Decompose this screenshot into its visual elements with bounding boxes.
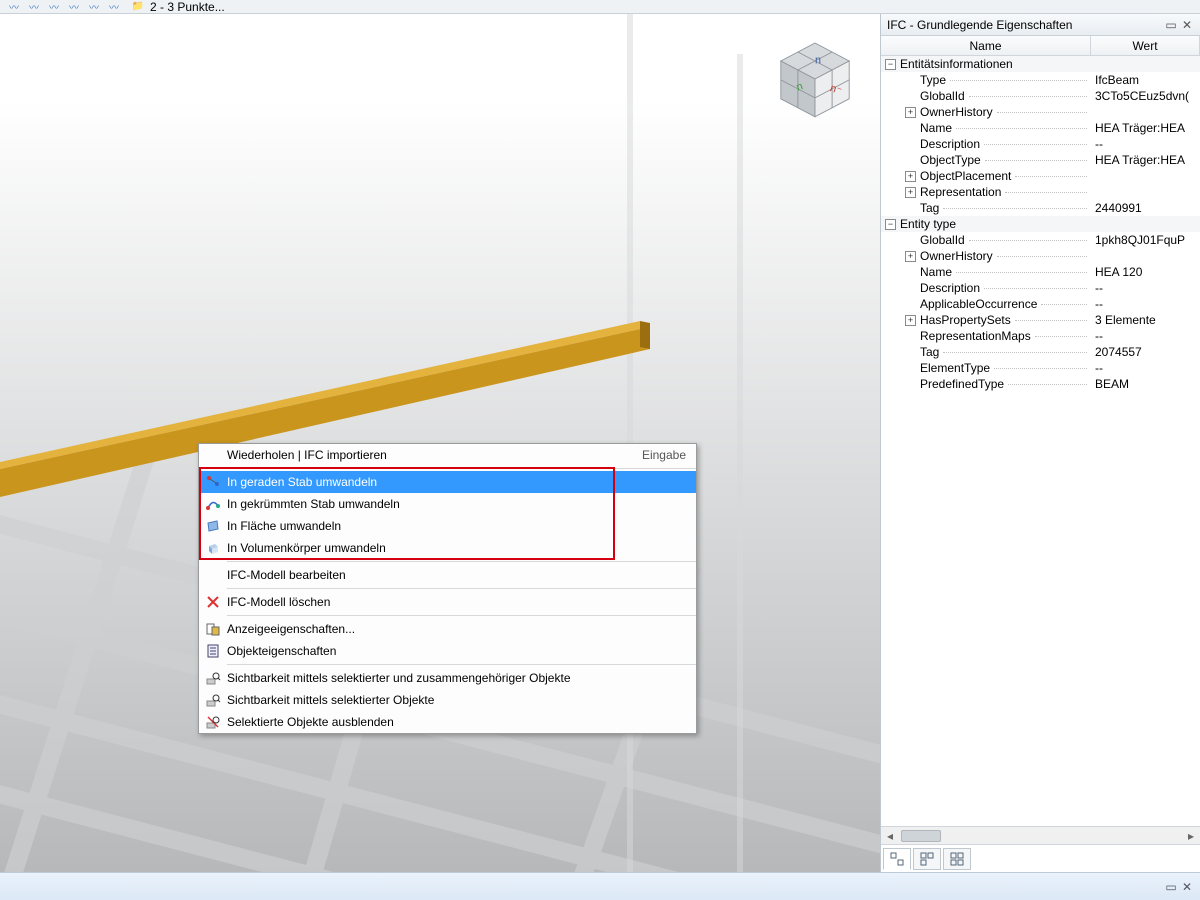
tree-row[interactable]: Tag2440991 <box>881 200 1200 216</box>
ctx-item-label: In geraden Stab umwandeln <box>227 475 686 489</box>
ctx-item-edit-ifc-model[interactable]: IFC-Modell bearbeiten <box>199 564 696 586</box>
ctx-separator <box>227 468 696 469</box>
tree-row[interactable]: TypeIfcBeam <box>881 72 1200 88</box>
ctx-item-label: Sichtbarkeit mittels selektierter Objekt… <box>227 693 686 707</box>
context-menu: Wiederholen | IFC importieren Eingabe In… <box>198 443 697 734</box>
ctx-separator <box>227 615 696 616</box>
object-props-icon <box>199 643 227 659</box>
ctx-item-convert-solid[interactable]: In Volumenkörper umwandeln <box>199 537 696 559</box>
close-icon[interactable]: ✕ <box>1180 880 1194 894</box>
panel-tab-3[interactable] <box>943 848 971 870</box>
ifc-properties-panel: IFC - Grundlegende Eigenschaften ▭ ✕ Nam… <box>880 14 1200 872</box>
curve-tool-icon[interactable]: 〰 <box>86 0 102 14</box>
curve-tool-icon[interactable]: 〰 <box>106 0 122 14</box>
solid-icon <box>199 540 227 556</box>
ctx-item-label: In gekrümmten Stab umwandeln <box>227 497 686 511</box>
status-bar: ▭ ✕ <box>0 872 1200 900</box>
display-props-icon <box>199 621 227 637</box>
undock-icon[interactable]: ▭ <box>1164 880 1178 894</box>
ctx-item-label: IFC-Modell löschen <box>227 595 686 609</box>
curve-tool-icon[interactable]: 〰 <box>26 0 42 14</box>
tree-row[interactable]: NameHEA 120 <box>881 264 1200 280</box>
ctx-header-shortcut: Eingabe <box>642 448 686 462</box>
ctx-item-label: Anzeigeeigenschaften... <box>227 622 686 636</box>
surface-icon <box>199 518 227 534</box>
ctx-item-object-properties[interactable]: Objekteigenschaften <box>199 640 696 662</box>
tree-row[interactable]: RepresentationMaps-- <box>881 328 1200 344</box>
hide-icon <box>199 714 227 730</box>
undock-icon[interactable]: ▭ <box>1164 18 1178 32</box>
property-tree[interactable]: −EntitätsinformationenTypeIfcBeamGlobalI… <box>881 56 1200 826</box>
ctx-item-label: IFC-Modell bearbeiten <box>227 568 686 582</box>
toolbar-group-curves: 〰 〰 〰 〰 〰 〰 <box>6 0 122 14</box>
ctx-item-visibility-related[interactable]: Sichtbarkeit mittels selektierter und zu… <box>199 667 696 689</box>
ctx-item-delete-ifc-model[interactable]: IFC-Modell löschen <box>199 591 696 613</box>
tree-row[interactable]: +OwnerHistory <box>881 248 1200 264</box>
tree-row[interactable]: ApplicableOccurrence-- <box>881 296 1200 312</box>
curve-tool-icon[interactable]: 〰 <box>66 0 82 14</box>
col-header-name[interactable]: Name <box>881 36 1091 55</box>
scroll-right-icon[interactable]: ▸ <box>1182 827 1200 845</box>
ctx-item-label: Sichtbarkeit mittels selektierter und zu… <box>227 671 686 685</box>
ctx-item-visibility-selected[interactable]: Sichtbarkeit mittels selektierter Objekt… <box>199 689 696 711</box>
ctx-item-label: In Volumenkörper umwandeln <box>227 541 686 555</box>
nav-cube[interactable]: n n⁻ n <box>770 34 860 124</box>
ctx-separator <box>227 561 696 562</box>
main-toolbar: 〰 〰 〰 〰 〰 〰 📁 2 - 3 Punkte... <box>0 0 1200 14</box>
member-icon <box>199 474 227 490</box>
ctx-item-convert-curved-member[interactable]: In gekrümmten Stab umwandeln <box>199 493 696 515</box>
col-header-value[interactable]: Wert <box>1091 36 1200 55</box>
doc-tab-label[interactable]: 2 - 3 Punkte... <box>150 0 225 14</box>
tree-row[interactable]: GlobalId3CTo5CEuz5dvn( <box>881 88 1200 104</box>
ctx-item-label: Objekteigenschaften <box>227 644 686 658</box>
panel-header[interactable]: IFC - Grundlegende Eigenschaften ▭ ✕ <box>881 14 1200 36</box>
ctx-separator <box>227 664 696 665</box>
ctx-item-label: In Fläche umwandeln <box>227 519 686 533</box>
panel-horizontal-scrollbar[interactable]: ◂ ▸ <box>881 826 1200 844</box>
panel-tab-2[interactable] <box>913 848 941 870</box>
scroll-thumb[interactable] <box>901 830 941 842</box>
ctx-item-label: Selektierte Objekte ausblenden <box>227 715 686 729</box>
ctx-header[interactable]: Wiederholen | IFC importieren Eingabe <box>199 444 696 466</box>
close-icon[interactable]: ✕ <box>1180 18 1194 32</box>
tree-row[interactable]: ObjectTypeHEA Träger:HEA <box>881 152 1200 168</box>
ctx-header-label: Wiederholen | IFC importieren <box>227 448 642 462</box>
ctx-separator <box>227 588 696 589</box>
tree-group[interactable]: −Entitätsinformationen <box>881 56 1200 72</box>
visibility-related-icon <box>199 670 227 686</box>
ctx-item-display-properties[interactable]: Anzeigeeigenschaften... <box>199 618 696 640</box>
folder-icon[interactable]: 📁 <box>130 0 146 14</box>
tree-group[interactable]: −Entity type <box>881 216 1200 232</box>
ctx-item-convert-straight-member[interactable]: In geraden Stab umwandeln <box>199 471 696 493</box>
tree-row[interactable]: +OwnerHistory <box>881 104 1200 120</box>
tree-row[interactable]: Description-- <box>881 136 1200 152</box>
toolbar-group-doc: 📁 2 - 3 Punkte... <box>130 0 225 14</box>
tree-row[interactable]: +ObjectPlacement <box>881 168 1200 184</box>
tree-row[interactable]: ElementType-- <box>881 360 1200 376</box>
panel-column-headers: Name Wert <box>881 36 1200 56</box>
curved-member-icon <box>199 496 227 512</box>
panel-tab-1[interactable] <box>883 848 911 870</box>
tree-row[interactable]: +Representation <box>881 184 1200 200</box>
ctx-item-hide-selected[interactable]: Selektierte Objekte ausblenden <box>199 711 696 733</box>
curve-tool-icon[interactable]: 〰 <box>6 0 22 14</box>
tree-row[interactable]: Description-- <box>881 280 1200 296</box>
ctx-item-convert-surface[interactable]: In Fläche umwandeln <box>199 515 696 537</box>
panel-bottom-tabs <box>881 844 1200 872</box>
tree-row[interactable]: +HasPropertySets3 Elemente <box>881 312 1200 328</box>
tree-row[interactable]: GlobalId1pkh8QJ01FquP <box>881 232 1200 248</box>
panel-title: IFC - Grundlegende Eigenschaften <box>887 18 1162 32</box>
tree-row[interactable]: PredefinedTypeBEAM <box>881 376 1200 392</box>
scroll-left-icon[interactable]: ◂ <box>881 827 899 845</box>
curve-tool-icon[interactable]: 〰 <box>46 0 62 14</box>
tree-row[interactable]: Tag2074557 <box>881 344 1200 360</box>
delete-icon <box>199 594 227 610</box>
tree-row[interactable]: NameHEA Träger:HEA <box>881 120 1200 136</box>
visibility-selected-icon <box>199 692 227 708</box>
svg-text:n: n <box>815 55 821 67</box>
